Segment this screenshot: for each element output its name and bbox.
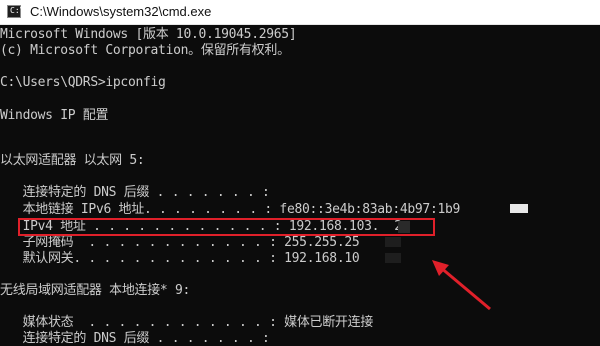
arrow-icon	[432, 260, 491, 311]
redaction-mark	[385, 237, 401, 247]
ipv4-highlight-box	[18, 218, 435, 236]
console-output[interactable]: Microsoft Windows [版本 10.0.19045.2965] (…	[0, 25, 600, 346]
console-line: 连接特定的 DNS 后缀 . . . . . . . :	[0, 185, 270, 200]
console-line: 以太网适配器 以太网 5:	[0, 153, 145, 168]
console-line: Windows IP 配置	[0, 108, 109, 123]
console-line: 本地链接 IPv6 地址. . . . . . . . : fe80::3e4b…	[0, 202, 461, 217]
cmd-icon-prompt: C:\	[10, 6, 25, 15]
window-title: C:\Windows\system32\cmd.exe	[30, 4, 212, 19]
redaction-mark	[510, 204, 528, 213]
console-line: 连接特定的 DNS 后缀 . . . . . . . :	[0, 331, 270, 346]
console-line: 无线局域网适配器 本地连接* 9:	[0, 283, 191, 298]
console-line: 默认网关. . . . . . . . . . . . . : 192.168.…	[0, 251, 360, 266]
console-line: C:\Users\QDRS>ipconfig	[0, 75, 166, 90]
title-bar: C:\ C:\Windows\system32\cmd.exe	[0, 0, 600, 25]
cmd-icon: C:\	[7, 5, 25, 18]
redaction-mark	[385, 253, 401, 263]
console-line: (c) Microsoft Corporation。保留所有权利。	[0, 43, 290, 58]
